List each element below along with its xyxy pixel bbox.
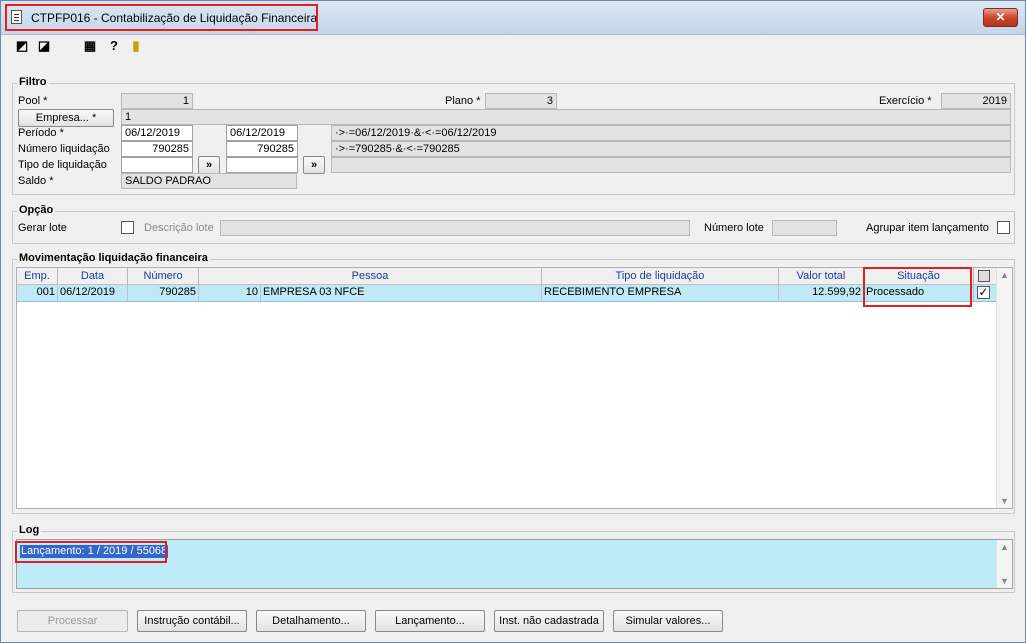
detalhamento-button[interactable]: Detalhamento... bbox=[256, 610, 366, 632]
log-scrollbar[interactable]: ▲ ▼ bbox=[996, 540, 1012, 588]
numero-expression: ·>·=790285·&·<·=790285 bbox=[331, 141, 1011, 157]
gerar-lote-label: Gerar lote bbox=[18, 222, 67, 234]
grid-header: Emp. Data Número Pessoa Tipo de liquidaç… bbox=[17, 268, 997, 285]
empresa-field[interactable]: 1 bbox=[121, 109, 1011, 125]
numero-lote-label: Número lote bbox=[704, 222, 764, 234]
title-bar: CTPFP016 - Contabilização de Liquidação … bbox=[1, 1, 1025, 35]
periodo-from-field[interactable]: 06/12/2019 bbox=[121, 125, 193, 141]
tipo-expression bbox=[331, 157, 1011, 173]
periodo-expression: ·>·=06/12/2019·&·<·=06/12/2019 bbox=[331, 125, 1011, 141]
saldo-field[interactable]: SALDO PADRAO bbox=[121, 173, 297, 189]
col-emp[interactable]: Emp. bbox=[17, 268, 58, 285]
cell-select: ✓ bbox=[974, 285, 997, 301]
col-valor-total[interactable]: Valor total bbox=[779, 268, 864, 285]
cell-numero: 790285 bbox=[128, 285, 199, 301]
col-data[interactable]: Data bbox=[58, 268, 128, 285]
log-highlight-box bbox=[15, 541, 167, 563]
exit-door-icon[interactable]: ▮ bbox=[129, 39, 143, 53]
scroll-up-icon[interactable]: ▲ bbox=[1000, 270, 1009, 280]
numero-to-field[interactable]: 790285 bbox=[226, 141, 298, 157]
movimentacao-title: Movimentação liquidação financeira bbox=[17, 252, 210, 264]
grid-scrollbar[interactable]: ▲ ▼ bbox=[996, 268, 1012, 508]
select-all-checkbox[interactable] bbox=[978, 270, 990, 282]
numero-from-field[interactable]: 790285 bbox=[121, 141, 193, 157]
opcao-title: Opção bbox=[17, 204, 56, 216]
row-select-checkbox[interactable]: ✓ bbox=[977, 286, 990, 299]
cell-pessoa-codigo: 10 bbox=[199, 285, 261, 301]
pool-field[interactable]: 1 bbox=[121, 93, 193, 109]
col-pessoa[interactable]: Pessoa bbox=[199, 268, 542, 285]
cell-tipo-liquidacao: RECEBIMENTO EMPRESA bbox=[542, 285, 779, 301]
saldo-label: Saldo * bbox=[18, 175, 54, 187]
cell-emp: 001 bbox=[17, 285, 58, 301]
numero-liquidacao-label: Número liquidação bbox=[18, 143, 110, 155]
periodo-label: Período * bbox=[18, 127, 64, 139]
instrucao-contabil-button[interactable]: Instrução contábil... bbox=[137, 610, 247, 632]
descricao-lote-field[interactable] bbox=[220, 220, 690, 236]
col-select-all[interactable] bbox=[974, 268, 997, 285]
exercicio-field[interactable]: 2019 bbox=[941, 93, 1011, 109]
numero-lote-field[interactable] bbox=[772, 220, 837, 236]
last-record-icon[interactable]: ◪ bbox=[37, 39, 51, 53]
tipo-to-field[interactable] bbox=[226, 157, 298, 173]
agrupar-label: Agrupar item lançamento bbox=[866, 222, 989, 234]
scroll-down-icon[interactable]: ▼ bbox=[1000, 496, 1009, 506]
exercicio-label: Exercício * bbox=[879, 95, 932, 107]
main-window: CTPFP016 - Contabilização de Liquidação … bbox=[0, 0, 1026, 643]
first-record-icon[interactable]: ◩ bbox=[15, 39, 29, 53]
inst-nao-cadastrada-button[interactable]: Inst. não cadastrada bbox=[494, 610, 604, 632]
close-button[interactable]: ✕ bbox=[983, 8, 1018, 27]
help-icon[interactable]: ? bbox=[107, 39, 121, 53]
filtro-title: Filtro bbox=[17, 76, 49, 88]
empresa-button[interactable]: Empresa... * bbox=[18, 109, 114, 127]
cell-valor-total: 12.599,92 bbox=[779, 285, 864, 301]
periodo-to-field[interactable]: 06/12/2019 bbox=[226, 125, 298, 141]
descricao-lote-label: Descrição lote bbox=[144, 222, 214, 234]
plano-label: Plano * bbox=[445, 95, 481, 107]
col-numero[interactable]: Número bbox=[128, 268, 199, 285]
agrupar-checkbox[interactable] bbox=[997, 221, 1010, 234]
simular-valores-button[interactable]: Simular valores... bbox=[613, 610, 723, 632]
title-highlight-box bbox=[5, 4, 318, 31]
processar-button[interactable]: Processar bbox=[17, 610, 128, 632]
log-scroll-down-icon[interactable]: ▼ bbox=[1000, 576, 1009, 586]
col-tipo-liquidacao[interactable]: Tipo de liquidação bbox=[542, 268, 779, 285]
cell-data: 06/12/2019 bbox=[58, 285, 128, 301]
gerar-lote-checkbox[interactable] bbox=[121, 221, 134, 234]
situacao-highlight-box bbox=[863, 267, 972, 307]
pool-label: Pool * bbox=[18, 95, 48, 107]
log-scroll-up-icon[interactable]: ▲ bbox=[1000, 542, 1009, 552]
tipo-liquidacao-label: Tipo de liquidação bbox=[18, 159, 107, 171]
cell-pessoa-nome: EMPRESA 03 NFCE bbox=[261, 285, 542, 301]
table-row[interactable]: 001 06/12/2019 790285 10 EMPRESA 03 NFCE… bbox=[17, 285, 997, 302]
log-title: Log bbox=[17, 524, 42, 536]
tipo-from-field[interactable] bbox=[121, 157, 193, 173]
calendar-icon[interactable]: ▦ bbox=[83, 39, 97, 53]
tipo-to-picker-button[interactable]: » bbox=[303, 156, 325, 174]
plano-field[interactable]: 3 bbox=[485, 93, 557, 109]
lancamento-button[interactable]: Lançamento... bbox=[375, 610, 485, 632]
tipo-from-picker-button[interactable]: » bbox=[198, 156, 220, 174]
